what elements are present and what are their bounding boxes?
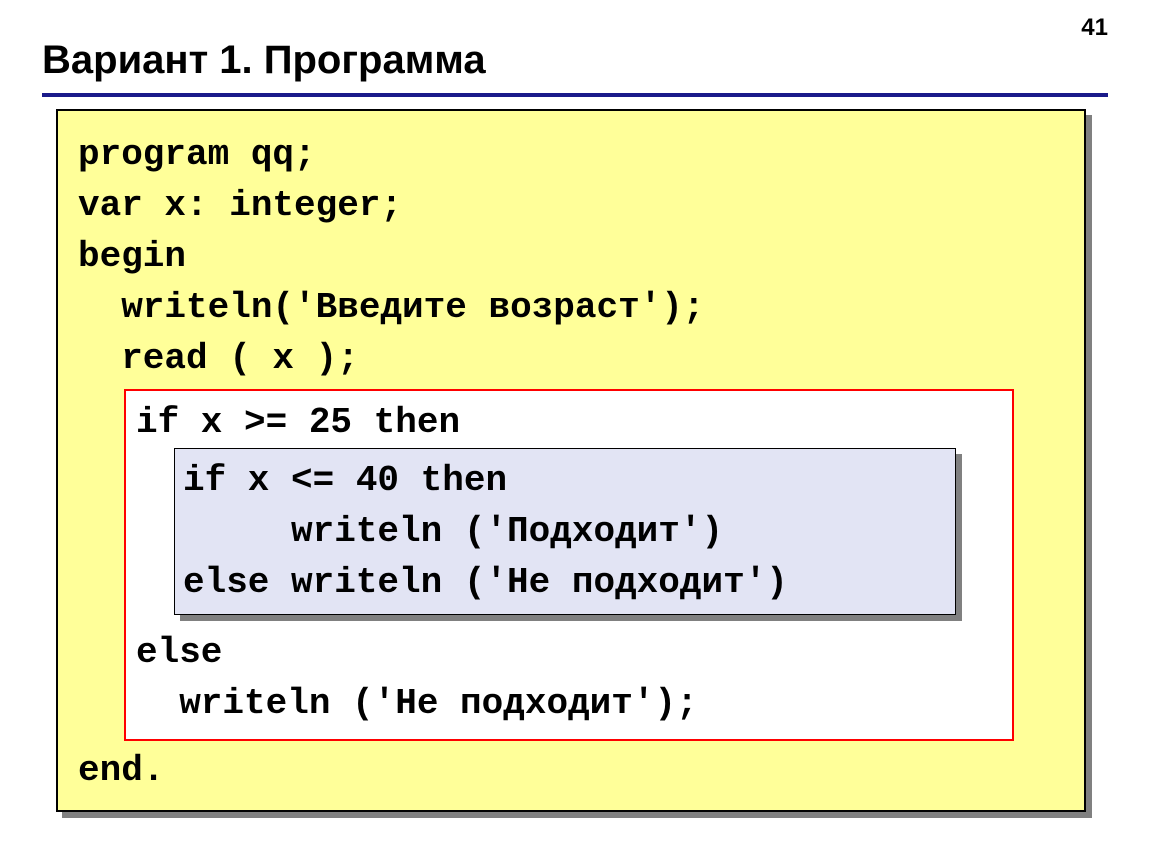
code-line: if x >= 25 then <box>136 397 1002 448</box>
code-line: read ( x ); <box>78 333 1064 384</box>
code-line: writeln('Введите возраст'); <box>78 282 1064 333</box>
code-line: else writeln ('Не подходит') <box>183 557 947 608</box>
code-line: else <box>136 627 1002 678</box>
code-line: begin <box>78 231 1064 282</box>
page-number: 41 <box>1081 14 1108 42</box>
highlight-box-inner-shadow: if x <= 40 then writeln ('Подходит') els… <box>180 454 962 621</box>
slide-title: Вариант 1. Программа <box>42 38 1108 83</box>
code-line: var x: integer; <box>78 180 1064 231</box>
title-underline <box>42 93 1108 97</box>
code-line: writeln ('Не подходит'); <box>136 678 1002 729</box>
code-line: if x <= 40 then <box>183 455 947 506</box>
highlight-box-inner: if x <= 40 then writeln ('Подходит') els… <box>174 448 956 615</box>
code-line: end. <box>78 745 1064 796</box>
code-line: writeln ('Подходит') <box>183 506 947 557</box>
code-line: program qq; <box>78 129 1064 180</box>
code-box: program qq; var x: integer; begin writel… <box>56 109 1086 812</box>
slide: 41 Вариант 1. Программа program qq; var … <box>0 0 1150 864</box>
code-box-shadow: program qq; var x: integer; begin writel… <box>62 115 1092 818</box>
highlight-box-outer: if x >= 25 then if x <= 40 then writeln … <box>124 389 1014 742</box>
